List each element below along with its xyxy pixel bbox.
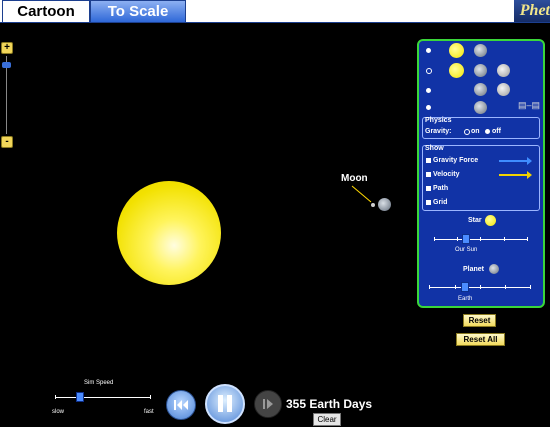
star-icon (449, 63, 464, 78)
star-slider-tick (434, 237, 435, 241)
physics-title: Physics (425, 117, 452, 124)
gravity-force-arrow-icon (499, 157, 532, 165)
star-slider-tick (527, 237, 528, 241)
sim-speed-track[interactable] (55, 397, 151, 398)
gravity-on-label[interactable]: on (471, 128, 480, 135)
gravity-force-checkbox[interactable] (426, 158, 431, 163)
step-forward-icon (263, 399, 273, 409)
planet-slider-value: Earth (458, 296, 473, 302)
sim-speed-label: Sim Speed (84, 380, 114, 386)
velocity-label: Velocity (433, 171, 460, 178)
planet-slider-tick (480, 285, 481, 289)
path-checkbox[interactable] (426, 186, 431, 191)
gravity-on-radio[interactable] (464, 129, 470, 135)
gravity-off-label[interactable]: off (492, 128, 501, 135)
grid-checkbox[interactable] (426, 200, 431, 205)
sim-speed-tick (150, 395, 151, 399)
rewind-button[interactable] (166, 390, 196, 420)
reset-all-button[interactable]: Reset All (456, 333, 505, 346)
star-icon (449, 43, 464, 58)
planet-mass-slider-thumb[interactable] (461, 282, 469, 292)
moon-icon (497, 83, 510, 96)
planet-icon (474, 83, 487, 96)
path-label: Path (433, 185, 449, 192)
planet-slider-tick (429, 285, 430, 289)
step-button[interactable] (254, 390, 282, 418)
elapsed-time-display: 355 Earth Days (286, 397, 373, 411)
planet-label: Planet (463, 266, 485, 273)
satellite-icon: ▤–▤ (518, 100, 541, 110)
planet-slider-tick (455, 285, 456, 289)
gravity-off-radio[interactable] (485, 129, 490, 134)
sim-speed-fast-label: fast (144, 409, 154, 415)
play-pause-button[interactable] (205, 384, 245, 424)
gravity-force-label: Gravity Force (433, 157, 479, 164)
star-label: Star (468, 217, 482, 224)
planet-earth[interactable] (378, 198, 391, 211)
planet-icon (474, 101, 487, 114)
planet-slider-tick (505, 285, 506, 289)
planet-slider-tick (530, 285, 531, 289)
velocity-arrow-icon (499, 171, 532, 179)
body-set-radio-3[interactable] (426, 88, 431, 93)
planet-icon (489, 264, 499, 274)
planet-icon (474, 44, 487, 57)
sim-speed-thumb[interactable] (76, 392, 84, 402)
show-box: Show Gravity Force Velocity Path Grid (422, 145, 540, 211)
gravity-label: Gravity: (425, 128, 452, 135)
reset-button[interactable]: Reset (463, 314, 496, 327)
star-slider-tick (504, 237, 505, 241)
star-slider-value: Our Sun (455, 247, 478, 253)
sim-speed-slider[interactable]: Sim Speed slow fast (52, 380, 154, 420)
star-slider-tick (457, 237, 458, 241)
velocity-checkbox[interactable] (426, 172, 431, 177)
physics-box: Physics Gravity: on off (422, 117, 540, 139)
body-set-radio-2[interactable] (426, 68, 432, 74)
star-slider-tick (480, 237, 481, 241)
body-set-radio-1[interactable] (426, 48, 431, 53)
grid-label: Grid (433, 199, 448, 206)
control-panel: ▤–▤ Physics Gravity: on off Show Gravity… (417, 39, 545, 308)
rewind-icon (174, 400, 188, 410)
sim-speed-tick (55, 395, 56, 399)
star-mass-slider-thumb[interactable] (462, 234, 470, 244)
sim-speed-slow-label: slow (52, 409, 65, 415)
moon-body[interactable] (371, 203, 375, 207)
star-icon (485, 215, 496, 226)
pause-icon (218, 395, 232, 412)
moon-icon (497, 64, 510, 77)
star-mass-slider-track[interactable] (434, 239, 528, 240)
body-set-radio-4[interactable] (426, 105, 431, 110)
planet-icon (474, 64, 487, 77)
show-title: Show (425, 145, 444, 152)
clear-time-button[interactable]: Clear (313, 413, 341, 426)
